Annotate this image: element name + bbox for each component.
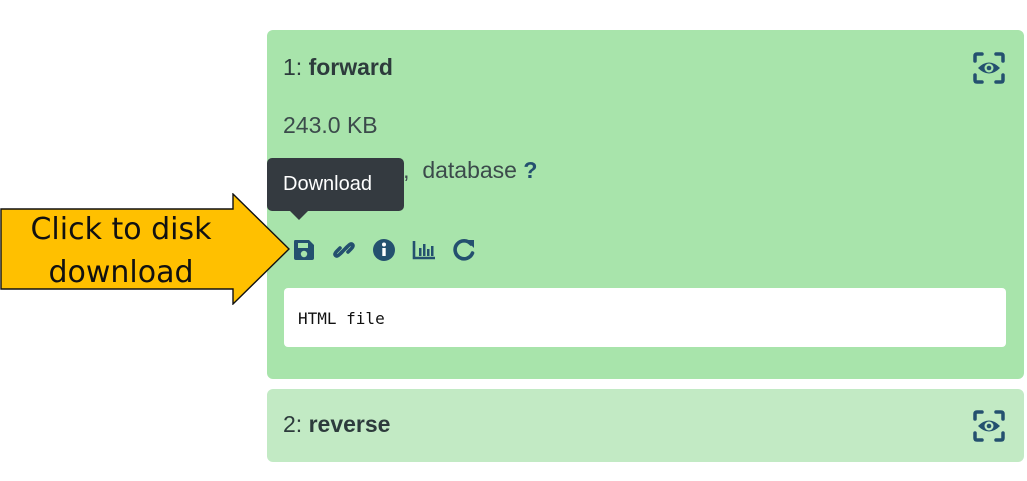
- annotation-callout: Click to disk download: [0, 193, 290, 305]
- dataset-title[interactable]: 2: reverse: [283, 411, 390, 438]
- dataset-item-reverse[interactable]: 2: reverse: [267, 389, 1024, 462]
- database-help-icon[interactable]: ?: [523, 157, 537, 183]
- callout-line-1: Click to disk: [30, 212, 212, 247]
- view-eye-icon[interactable]: [972, 409, 1006, 443]
- callout-line-2: download: [48, 255, 194, 290]
- tooltip-arrow: [289, 210, 309, 220]
- dataset-name: reverse: [308, 411, 391, 437]
- rerun-icon[interactable]: [451, 237, 477, 263]
- dataset-peek: HTML file: [284, 288, 1006, 347]
- dataset-title[interactable]: 1: forward: [283, 54, 393, 81]
- dataset-item-forward[interactable]: 1: forward 243.0 KB format html, databas…: [267, 30, 1024, 379]
- dataset-actions: [291, 237, 477, 263]
- view-eye-icon[interactable]: [972, 51, 1006, 85]
- dataset-hid: 1:: [283, 54, 303, 80]
- save-icon[interactable]: [291, 237, 317, 263]
- database-label: database: [422, 157, 517, 183]
- link-icon[interactable]: [331, 237, 357, 263]
- tooltip-text: Download: [283, 173, 372, 195]
- info-icon[interactable]: [371, 237, 397, 263]
- dataset-size: 243.0 KB: [283, 112, 378, 138]
- dataset-hid: 2:: [283, 411, 303, 437]
- chart-icon[interactable]: [411, 237, 437, 263]
- dataset-name: forward: [308, 54, 393, 80]
- meta-separator: ,: [403, 157, 410, 183]
- callout-text: Click to disk download: [2, 208, 240, 294]
